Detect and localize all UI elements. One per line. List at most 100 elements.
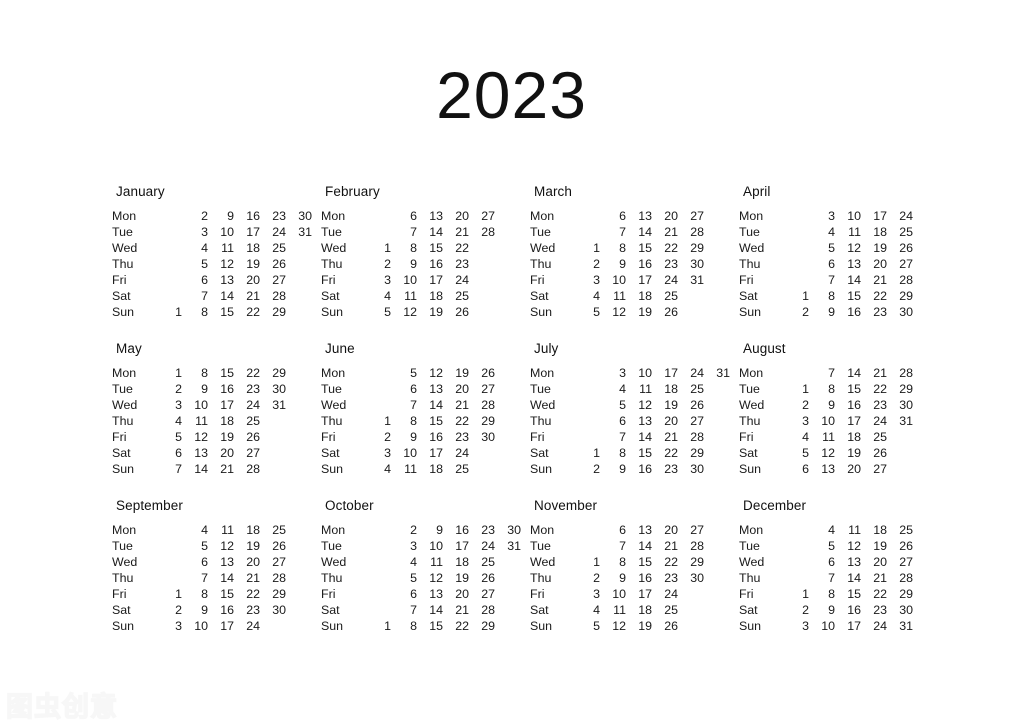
day-cell[interactable]: 23 bbox=[861, 602, 887, 618]
day-cell[interactable]: 12 bbox=[208, 538, 234, 554]
day-cell[interactable]: 18 bbox=[417, 288, 443, 304]
day-cell[interactable]: 10 bbox=[600, 586, 626, 602]
day-cell[interactable]: 15 bbox=[417, 413, 443, 429]
day-cell[interactable]: 30 bbox=[887, 602, 913, 618]
day-cell[interactable]: 9 bbox=[809, 602, 835, 618]
day-cell[interactable]: 19 bbox=[443, 570, 469, 586]
day-cell[interactable]: 27 bbox=[678, 522, 704, 538]
day-cell[interactable]: 11 bbox=[835, 522, 861, 538]
day-cell[interactable]: 14 bbox=[835, 570, 861, 586]
day-cell[interactable]: 30 bbox=[678, 570, 704, 586]
day-cell[interactable]: 22 bbox=[234, 304, 260, 320]
day-cell[interactable]: 11 bbox=[626, 381, 652, 397]
day-cell[interactable]: 16 bbox=[417, 256, 443, 272]
day-cell[interactable]: 9 bbox=[391, 256, 417, 272]
day-cell[interactable]: 24 bbox=[234, 397, 260, 413]
day-cell[interactable]: 6 bbox=[600, 413, 626, 429]
day-cell[interactable]: 19 bbox=[861, 240, 887, 256]
day-cell[interactable]: 15 bbox=[626, 445, 652, 461]
day-cell[interactable]: 13 bbox=[417, 381, 443, 397]
day-cell[interactable]: 29 bbox=[469, 618, 495, 634]
day-cell[interactable]: 1 bbox=[365, 240, 391, 256]
day-cell[interactable]: 31 bbox=[678, 272, 704, 288]
day-cell[interactable]: 25 bbox=[652, 602, 678, 618]
day-cell[interactable]: 20 bbox=[652, 208, 678, 224]
day-cell[interactable]: 25 bbox=[887, 224, 913, 240]
day-cell[interactable]: 10 bbox=[208, 224, 234, 240]
day-cell[interactable]: 18 bbox=[626, 602, 652, 618]
day-cell[interactable]: 8 bbox=[600, 240, 626, 256]
day-cell[interactable]: 4 bbox=[809, 522, 835, 538]
day-cell[interactable]: 28 bbox=[887, 365, 913, 381]
day-cell[interactable]: 7 bbox=[391, 224, 417, 240]
day-cell[interactable]: 6 bbox=[809, 256, 835, 272]
day-cell[interactable]: 17 bbox=[861, 208, 887, 224]
day-cell[interactable]: 13 bbox=[417, 208, 443, 224]
day-cell[interactable]: 21 bbox=[443, 224, 469, 240]
day-cell[interactable]: 2 bbox=[574, 461, 600, 477]
day-cell[interactable]: 7 bbox=[809, 365, 835, 381]
day-cell[interactable]: 21 bbox=[861, 365, 887, 381]
day-cell[interactable]: 23 bbox=[652, 461, 678, 477]
day-cell[interactable]: 27 bbox=[678, 208, 704, 224]
day-cell[interactable]: 19 bbox=[443, 365, 469, 381]
day-cell[interactable]: 16 bbox=[417, 429, 443, 445]
day-cell[interactable]: 15 bbox=[208, 586, 234, 602]
day-cell[interactable]: 19 bbox=[652, 397, 678, 413]
day-cell[interactable]: 10 bbox=[391, 272, 417, 288]
day-cell[interactable]: 12 bbox=[835, 240, 861, 256]
day-cell[interactable]: 11 bbox=[809, 429, 835, 445]
day-cell[interactable]: 3 bbox=[156, 397, 182, 413]
day-cell[interactable]: 26 bbox=[443, 304, 469, 320]
day-cell[interactable]: 10 bbox=[182, 397, 208, 413]
day-cell[interactable]: 30 bbox=[260, 602, 286, 618]
day-cell[interactable]: 25 bbox=[652, 288, 678, 304]
day-cell[interactable]: 31 bbox=[887, 618, 913, 634]
day-cell[interactable]: 11 bbox=[600, 602, 626, 618]
day-cell[interactable]: 30 bbox=[469, 429, 495, 445]
day-cell[interactable]: 22 bbox=[234, 586, 260, 602]
day-cell[interactable]: 7 bbox=[809, 272, 835, 288]
day-cell[interactable]: 27 bbox=[469, 381, 495, 397]
day-cell[interactable]: 28 bbox=[887, 570, 913, 586]
day-cell[interactable]: 4 bbox=[391, 554, 417, 570]
day-cell[interactable]: 4 bbox=[156, 413, 182, 429]
day-cell[interactable]: 2 bbox=[574, 570, 600, 586]
day-cell[interactable]: 16 bbox=[626, 256, 652, 272]
day-cell[interactable]: 16 bbox=[626, 461, 652, 477]
day-cell[interactable]: 15 bbox=[626, 554, 652, 570]
day-cell[interactable]: 24 bbox=[861, 618, 887, 634]
day-cell[interactable]: 31 bbox=[286, 224, 312, 240]
day-cell[interactable]: 26 bbox=[861, 445, 887, 461]
day-cell[interactable]: 16 bbox=[835, 602, 861, 618]
day-cell[interactable]: 7 bbox=[600, 429, 626, 445]
day-cell[interactable]: 18 bbox=[861, 522, 887, 538]
day-cell[interactable]: 25 bbox=[861, 429, 887, 445]
day-cell[interactable]: 17 bbox=[417, 445, 443, 461]
day-cell[interactable]: 10 bbox=[835, 208, 861, 224]
day-cell[interactable]: 3 bbox=[574, 272, 600, 288]
day-cell[interactable]: 4 bbox=[783, 429, 809, 445]
day-cell[interactable]: 28 bbox=[887, 272, 913, 288]
day-cell[interactable]: 25 bbox=[260, 522, 286, 538]
day-cell[interactable]: 4 bbox=[809, 224, 835, 240]
day-cell[interactable]: 14 bbox=[626, 224, 652, 240]
day-cell[interactable]: 10 bbox=[182, 618, 208, 634]
day-cell[interactable]: 5 bbox=[156, 429, 182, 445]
day-cell[interactable]: 13 bbox=[208, 272, 234, 288]
day-cell[interactable]: 14 bbox=[417, 224, 443, 240]
day-cell[interactable]: 4 bbox=[600, 381, 626, 397]
day-cell[interactable]: 2 bbox=[783, 602, 809, 618]
day-cell[interactable]: 16 bbox=[234, 208, 260, 224]
day-cell[interactable]: 6 bbox=[600, 522, 626, 538]
day-cell[interactable]: 27 bbox=[887, 256, 913, 272]
day-cell[interactable]: 8 bbox=[182, 304, 208, 320]
day-cell[interactable]: 25 bbox=[443, 461, 469, 477]
day-cell[interactable]: 16 bbox=[626, 570, 652, 586]
day-cell[interactable]: 5 bbox=[391, 570, 417, 586]
day-cell[interactable]: 18 bbox=[234, 522, 260, 538]
day-cell[interactable]: 7 bbox=[182, 570, 208, 586]
day-cell[interactable]: 29 bbox=[469, 413, 495, 429]
day-cell[interactable]: 23 bbox=[260, 208, 286, 224]
day-cell[interactable]: 26 bbox=[260, 538, 286, 554]
